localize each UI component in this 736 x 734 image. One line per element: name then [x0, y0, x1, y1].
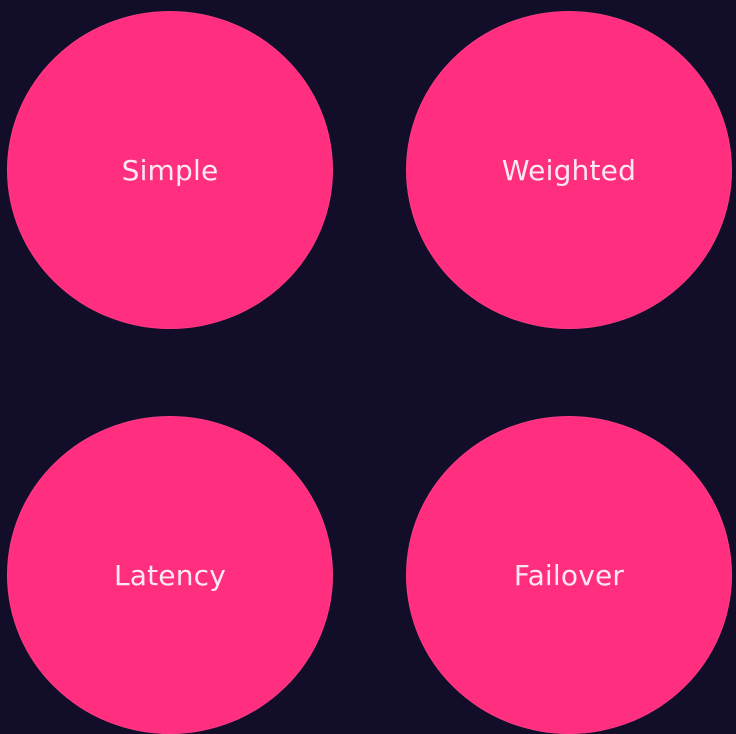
circle-latency: Latency	[7, 416, 333, 734]
circle-label-latency: Latency	[113, 559, 227, 592]
circle-label-simple: Simple	[121, 154, 219, 187]
diagram-canvas: Simple Weighted Latency Failover	[0, 0, 736, 734]
circle-label-failover: Failover	[513, 559, 625, 592]
circle-label-weighted: Weighted	[501, 154, 637, 187]
circle-failover: Failover	[406, 416, 732, 734]
circle-simple: Simple	[7, 11, 333, 329]
circle-weighted: Weighted	[406, 11, 732, 329]
